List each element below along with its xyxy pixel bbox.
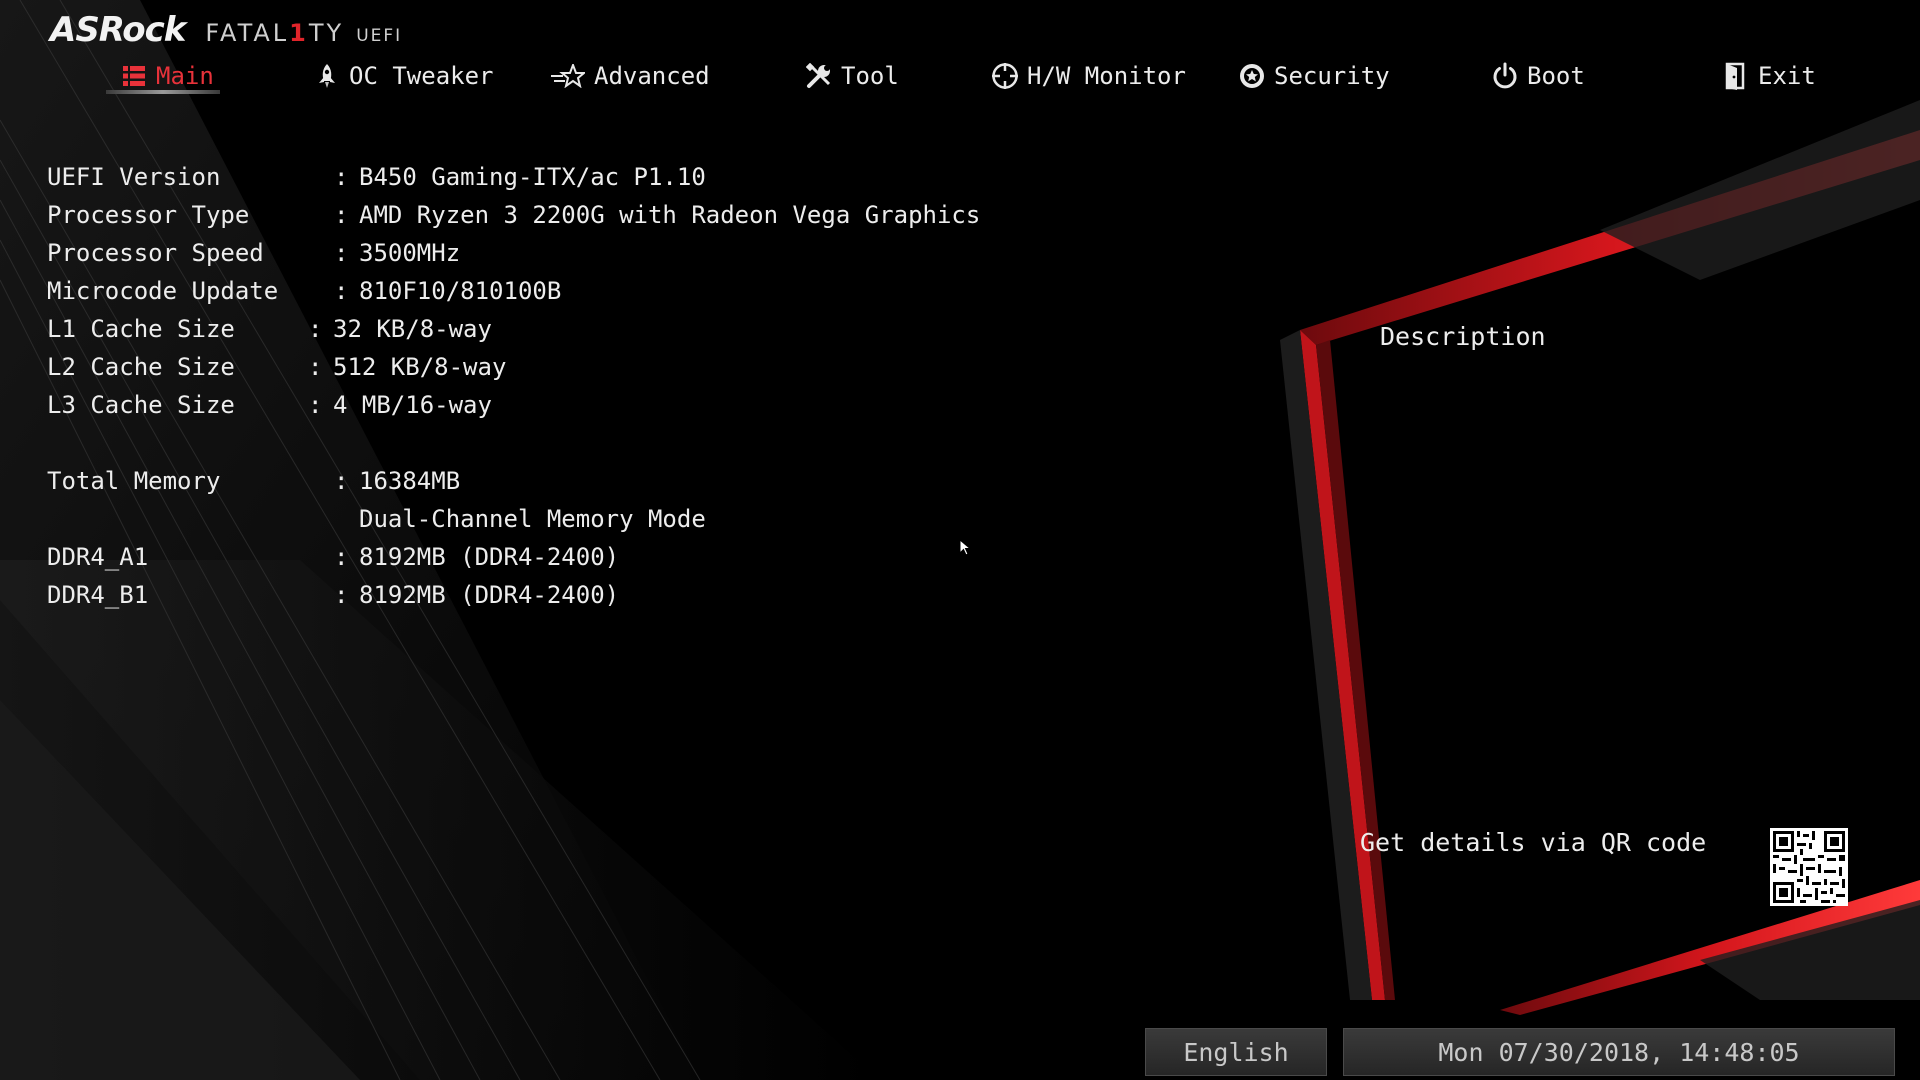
tab-advanced-label: Advanced (594, 62, 710, 90)
asrock-logo-text: ASRock (50, 10, 186, 50)
door-icon (1722, 62, 1750, 90)
info-label: DDR4_B1 (47, 581, 149, 609)
fatality-pre: FATAL (205, 19, 290, 47)
qr-code-caption: Get details via QR code (1360, 828, 1707, 857)
rocket-icon (313, 62, 341, 90)
power-icon (1491, 62, 1519, 90)
info-colon: : (308, 353, 323, 381)
info-value: 512 KB/8-way (333, 353, 507, 381)
tab-oc-tweaker-label: OC Tweaker (349, 62, 494, 90)
active-tab-underline (106, 90, 220, 94)
star-icon (550, 62, 586, 90)
info-value: 8192MB (DDR4-2400) (359, 581, 620, 609)
brand-logo: ASRock FATAL1TY UEFI (50, 10, 402, 54)
language-selector[interactable]: English (1145, 1028, 1327, 1076)
tab-advanced[interactable]: Advanced (550, 56, 710, 96)
tab-hw-monitor[interactable]: H/W Monitor (991, 56, 1186, 96)
info-value: 8192MB (DDR4-2400) (359, 543, 620, 571)
info-value: 3500MHz (359, 239, 461, 267)
crosshair-icon (991, 62, 1019, 90)
info-value: AMD Ryzen 3 2200G with Radeon Vega Graph… (359, 201, 981, 229)
info-label: L1 Cache Size (47, 315, 235, 343)
wrench-icon (805, 62, 833, 90)
fatality-logo-text: FATAL1TY (205, 19, 344, 47)
datetime-display: Mon 07/30/2018, 14:48:05 (1343, 1028, 1895, 1076)
info-label: Processor Speed (47, 239, 264, 267)
tab-exit-label: Exit (1758, 62, 1816, 90)
info-label: Microcode Update (47, 277, 279, 305)
info-colon: : (334, 277, 349, 305)
info-label: Total Memory (47, 467, 221, 495)
mouse-cursor-icon (959, 538, 972, 561)
info-colon: : (334, 239, 349, 267)
info-colon: : (334, 201, 349, 229)
info-value: B450 Gaming-ITX/ac P1.10 (359, 163, 706, 191)
tab-tool[interactable]: Tool (805, 56, 899, 96)
info-colon: : (308, 315, 323, 343)
tab-boot-label: Boot (1527, 62, 1585, 90)
tab-boot[interactable]: Boot (1491, 56, 1585, 96)
tab-exit[interactable]: Exit (1722, 56, 1816, 96)
info-label: DDR4_A1 (47, 543, 149, 571)
tab-hw-monitor-label: H/W Monitor (1027, 62, 1186, 90)
tab-security-label: Security (1274, 62, 1390, 90)
list-icon (120, 62, 148, 90)
tab-main-label: Main (156, 62, 214, 90)
info-value: 32 KB/8-way (333, 315, 492, 343)
info-colon: : (334, 467, 349, 495)
info-label: L2 Cache Size (47, 353, 235, 381)
fatality-one: 1 (289, 19, 309, 47)
qr-code-image (1770, 828, 1848, 906)
tab-security[interactable]: Security (1238, 56, 1390, 96)
bios-screen: ASRock FATAL1TY UEFI Main OC Tweaker Adv… (0, 0, 1920, 1080)
tab-oc-tweaker[interactable]: OC Tweaker (313, 56, 494, 96)
info-colon: : (334, 581, 349, 609)
info-colon: : (334, 543, 349, 571)
info-value: 4 MB/16-way (333, 391, 492, 419)
memory-mode-value: Dual-Channel Memory Mode (359, 505, 706, 533)
info-colon: : (334, 163, 349, 191)
info-colon: : (308, 391, 323, 419)
shield-icon (1238, 62, 1266, 90)
tab-tool-label: Tool (841, 62, 899, 90)
info-label: Processor Type (47, 201, 250, 229)
description-title: Description (1380, 322, 1546, 351)
info-label: L3 Cache Size (47, 391, 235, 419)
uefi-logo-text: UEFI (356, 26, 403, 46)
info-value: 16384MB (359, 467, 461, 495)
info-value: 810F10/810100B (359, 277, 562, 305)
fatality-post: TY (308, 19, 345, 47)
info-label: UEFI Version (47, 163, 221, 191)
